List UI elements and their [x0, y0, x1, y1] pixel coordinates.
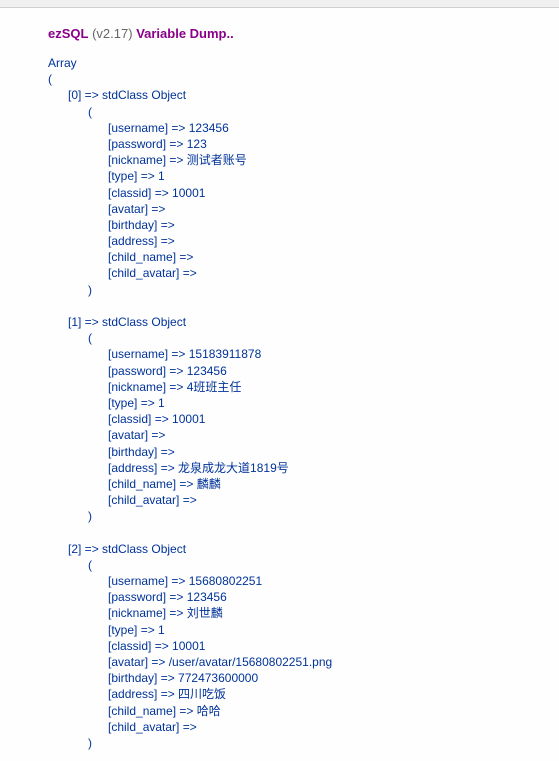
debug-dump: ezSQL (v2.17) Variable Dump.. Array ( [0… [0, 8, 559, 761]
version-label: (v2.17) [92, 26, 132, 41]
dump-header: ezSQL (v2.17) Variable Dump.. [48, 26, 549, 41]
brand-label: ezSQL [48, 26, 88, 41]
dump-title: Variable Dump.. [136, 26, 234, 41]
top-bar [0, 0, 559, 8]
dump-body: Array ( [0] => stdClass Object ( [userna… [48, 55, 549, 751]
